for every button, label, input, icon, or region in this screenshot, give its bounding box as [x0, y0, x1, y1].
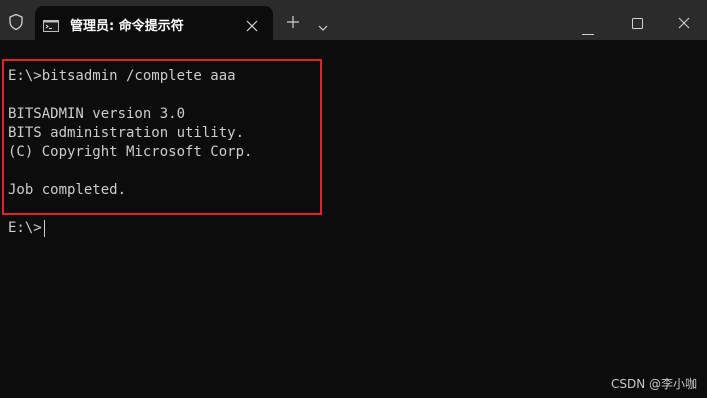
- title-bar: 管理员: 命令提示符: [0, 0, 707, 40]
- output-line: Job completed.: [8, 182, 127, 198]
- new-tab-plus-icon[interactable]: [286, 14, 300, 28]
- shield-icon[interactable]: [7, 13, 25, 31]
- output-line: (C) Copyright Microsoft Corp.: [8, 144, 253, 160]
- watermark: CSDN @李小咖: [610, 377, 697, 391]
- prompt-line: E:\>: [8, 220, 42, 236]
- output-line: BITSADMIN version 3.0: [8, 106, 186, 122]
- output-line: BITS administration utility.: [8, 125, 245, 141]
- chevron-down-icon[interactable]: [317, 17, 329, 31]
- text-cursor: [44, 220, 45, 237]
- terminal-output[interactable]: E:\>bitsadmin /complete aaa BITSADMIN ve…: [0, 40, 707, 398]
- tab-command-prompt[interactable]: 管理员: 命令提示符: [35, 6, 273, 40]
- tab-title: 管理员: 命令提示符: [70, 19, 184, 34]
- close-window-icon[interactable]: [678, 14, 690, 29]
- minimize-icon[interactable]: [582, 20, 594, 35]
- maximize-icon[interactable]: [632, 14, 643, 29]
- close-tab-icon[interactable]: [246, 17, 258, 32]
- command-line: E:\>bitsadmin /complete aaa: [8, 68, 236, 84]
- command-prompt-icon: [43, 17, 59, 32]
